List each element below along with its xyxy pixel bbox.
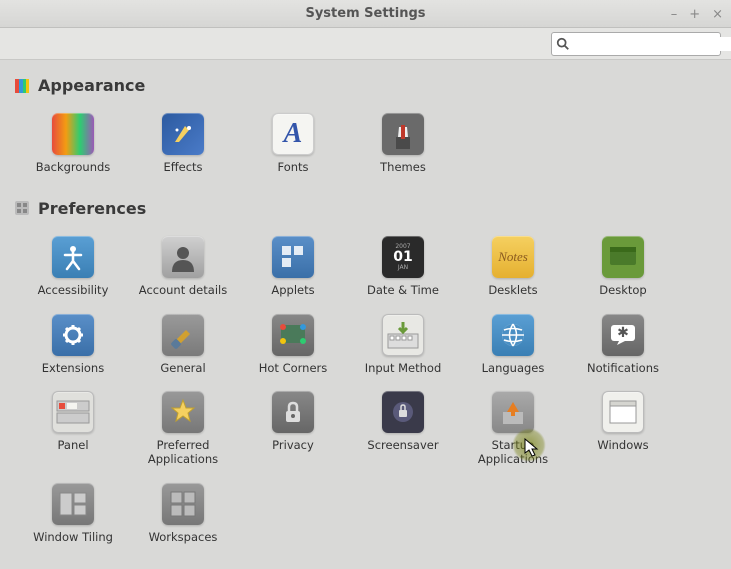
item-label: Fonts	[277, 161, 308, 175]
item-general[interactable]: General	[128, 312, 238, 378]
hot-corners-icon	[272, 314, 314, 356]
desklets-icon: Notes	[492, 236, 534, 278]
item-backgrounds[interactable]: Backgrounds	[18, 111, 128, 177]
item-themes[interactable]: Themes	[348, 111, 458, 177]
item-desklets[interactable]: Notes Desklets	[458, 234, 568, 300]
notifications-icon: ✱	[602, 314, 644, 356]
item-label: Extensions	[42, 362, 104, 376]
item-screensaver[interactable]: Screensaver	[348, 389, 458, 469]
item-label: Windows	[597, 439, 648, 453]
close-button[interactable]: ×	[712, 8, 723, 21]
preferred-applications-icon	[162, 391, 204, 433]
item-privacy[interactable]: Privacy	[238, 389, 348, 469]
preferences-section-icon	[14, 200, 30, 216]
toolbar: ✕	[0, 28, 731, 60]
item-effects[interactable]: Effects	[128, 111, 238, 177]
search-box[interactable]: ✕	[551, 32, 721, 56]
themes-icon	[382, 113, 424, 155]
section-header-preferences: Preferences	[4, 195, 727, 226]
item-workspaces[interactable]: Workspaces	[128, 481, 238, 547]
item-accessibility[interactable]: Accessibility	[18, 234, 128, 300]
backgrounds-icon	[52, 113, 94, 155]
minimize-button[interactable]: –	[671, 8, 678, 21]
desktop-icon	[602, 236, 644, 278]
section-title: Appearance	[38, 76, 145, 95]
item-label: Screensaver	[367, 439, 438, 453]
item-preferred-applications[interactable]: Preferred Applications	[128, 389, 238, 469]
input-method-icon	[382, 314, 424, 356]
account-details-icon	[162, 236, 204, 278]
item-label: General	[160, 362, 205, 376]
item-label: Workspaces	[149, 531, 218, 545]
window-tiling-icon	[52, 483, 94, 525]
panel-icon	[52, 391, 94, 433]
item-account-details[interactable]: Account details	[128, 234, 238, 300]
svg-text:✱: ✱	[617, 325, 629, 341]
windows-icon	[602, 391, 644, 433]
item-label: Window Tiling	[33, 531, 113, 545]
applets-icon	[272, 236, 314, 278]
window-title: System Settings	[305, 6, 425, 21]
workspaces-icon	[162, 483, 204, 525]
item-window-tiling[interactable]: Window Tiling	[18, 481, 128, 547]
item-label: Startup Applications	[463, 439, 563, 467]
item-date-time[interactable]: 2007 01 JAN Date & Time	[348, 234, 458, 300]
startup-applications-icon	[492, 391, 534, 433]
item-label: Accessibility	[38, 284, 109, 298]
item-label: Input Method	[365, 362, 442, 376]
item-fonts[interactable]: A Fonts	[238, 111, 348, 177]
item-label: Hot Corners	[259, 362, 328, 376]
fonts-icon: A	[272, 113, 314, 155]
appearance-section-icon	[14, 78, 30, 94]
item-label: Panel	[57, 439, 88, 453]
preferences-grid: Accessibility Account details Applets 20…	[4, 226, 727, 565]
item-label: Preferred Applications	[133, 439, 233, 467]
item-label: Account details	[139, 284, 227, 298]
section-header-appearance: Appearance	[4, 72, 727, 103]
languages-icon	[492, 314, 534, 356]
item-label: Date & Time	[367, 284, 439, 298]
item-label: Effects	[163, 161, 202, 175]
search-icon	[556, 37, 570, 51]
item-label: Desklets	[488, 284, 537, 298]
item-desktop[interactable]: Desktop	[568, 234, 678, 300]
date-time-icon: 2007 01 JAN	[382, 236, 424, 278]
item-label: Applets	[271, 284, 314, 298]
extensions-icon	[52, 314, 94, 356]
item-applets[interactable]: Applets	[238, 234, 348, 300]
item-languages[interactable]: Languages	[458, 312, 568, 378]
section-title: Preferences	[38, 199, 146, 218]
item-notifications[interactable]: ✱ Notifications	[568, 312, 678, 378]
item-label: Themes	[380, 161, 426, 175]
content-area: Appearance Backgrounds Effects A Fonts T…	[0, 60, 731, 569]
item-hot-corners[interactable]: Hot Corners	[238, 312, 348, 378]
item-label: Languages	[482, 362, 545, 376]
item-label: Notifications	[587, 362, 659, 376]
item-label: Backgrounds	[36, 161, 111, 175]
item-label: Desktop	[599, 284, 646, 298]
item-windows[interactable]: Windows	[568, 389, 678, 469]
screensaver-icon	[382, 391, 424, 433]
window-controls: – + ×	[671, 0, 723, 28]
item-startup-applications[interactable]: Startup Applications	[458, 389, 568, 469]
effects-icon	[162, 113, 204, 155]
item-extensions[interactable]: Extensions	[18, 312, 128, 378]
accessibility-icon	[52, 236, 94, 278]
search-input[interactable]	[570, 37, 731, 51]
appearance-grid: Backgrounds Effects A Fonts Themes	[4, 103, 727, 195]
item-label: Privacy	[272, 439, 314, 453]
titlebar: System Settings – + ×	[0, 0, 731, 28]
privacy-icon	[272, 391, 314, 433]
item-panel[interactable]: Panel	[18, 389, 128, 469]
maximize-button[interactable]: +	[689, 8, 700, 21]
item-input-method[interactable]: Input Method	[348, 312, 458, 378]
general-icon	[162, 314, 204, 356]
